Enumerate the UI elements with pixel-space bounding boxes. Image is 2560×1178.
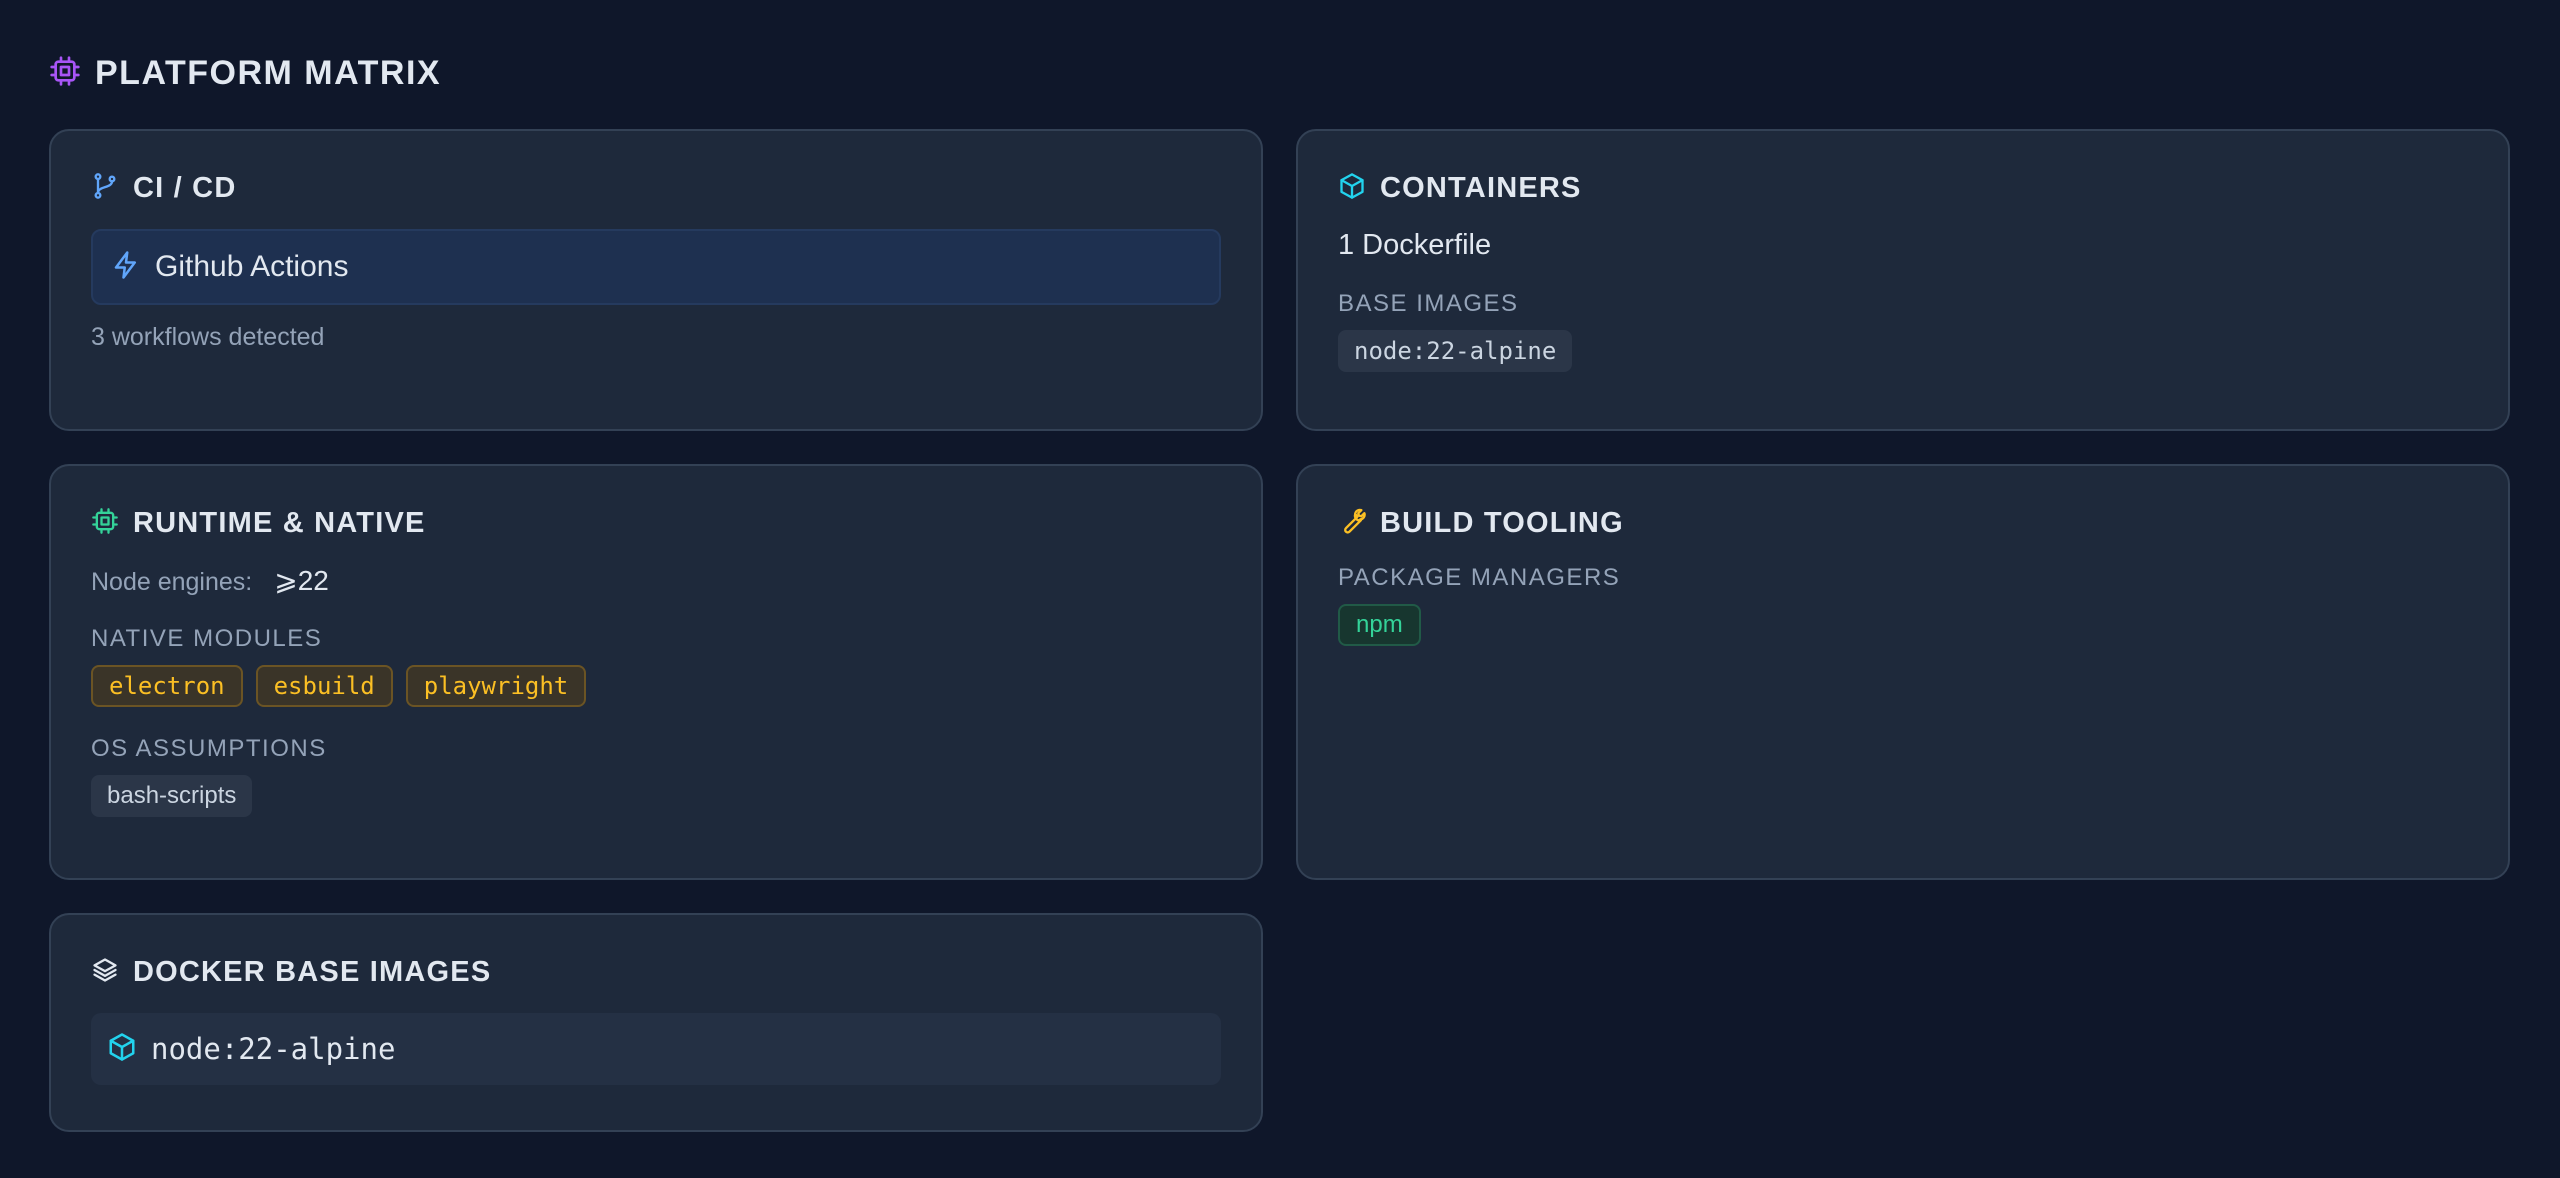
runtime-native-card: RUNTIME & NATIVE Node engines: ⩾22 NATIV… [49, 464, 1263, 880]
containers-card: CONTAINERS 1 Dockerfile BASE IMAGES node… [1296, 129, 2510, 431]
native-module-chip: electron [91, 665, 243, 707]
lightning-icon [111, 250, 141, 285]
page-title: PLATFORM MATRIX [95, 53, 442, 92]
docker-header: DOCKER BASE IMAGES [91, 953, 1221, 991]
native-module-chip: esbuild [255, 665, 393, 707]
ci-provider: Github Actions [91, 229, 1221, 305]
containers-header: CONTAINERS [1338, 169, 2468, 207]
dockerfile-count: 1 Dockerfile [1338, 229, 1492, 261]
containers-title: CONTAINERS [1380, 171, 1582, 204]
node-engines-label: Node engines: [91, 568, 253, 596]
package-managers-list: npm [1338, 604, 2468, 646]
ci-workflow-count: 3 workflows detected [91, 323, 325, 351]
os-assumptions-list: bash-scripts [91, 775, 1221, 817]
platform-matrix-page: PLATFORM MATRIX CI / CD Github Actions 3… [0, 0, 2560, 1178]
build-header: BUILD TOOLING [1338, 504, 2468, 542]
base-images-label: BASE IMAGES [1338, 290, 1519, 317]
runtime-title: RUNTIME & NATIVE [133, 506, 426, 539]
card-grid: CI / CD Github Actions 3 workflows detec… [49, 129, 2511, 1132]
docker-image-row: node:22-alpine [91, 1013, 1221, 1085]
docker-image-name: node:22-alpine [151, 1032, 396, 1066]
ci-cd-card: CI / CD Github Actions 3 workflows detec… [49, 129, 1263, 431]
box-icon [107, 1032, 137, 1067]
native-modules-list: electron esbuild playwright [91, 665, 1221, 707]
os-assumption-chip: bash-scripts [91, 775, 253, 817]
package-managers-label: PACKAGE MANAGERS [1338, 564, 1621, 591]
node-engines-row: Node engines: ⩾22 [91, 564, 1221, 597]
layers-icon [91, 956, 119, 989]
wrench-icon [1338, 507, 1366, 540]
ci-provider-name: Github Actions [155, 250, 349, 283]
ci-cd-title: CI / CD [133, 171, 237, 204]
box-icon [1338, 172, 1366, 205]
native-modules-label: NATIVE MODULES [91, 625, 323, 652]
cpu-icon [49, 55, 81, 92]
ci-cd-header: CI / CD [91, 169, 1221, 207]
page-header: PLATFORM MATRIX [49, 49, 2511, 97]
build-title: BUILD TOOLING [1380, 506, 1624, 539]
base-image-chip: node:22-alpine [1338, 330, 1573, 372]
docker-title: DOCKER BASE IMAGES [133, 955, 492, 988]
runtime-header: RUNTIME & NATIVE [91, 504, 1221, 542]
build-tooling-card: BUILD TOOLING PACKAGE MANAGERS npm [1296, 464, 2510, 880]
git-branch-icon [91, 172, 119, 205]
node-engines-value: ⩾22 [274, 565, 329, 596]
cpu-icon [91, 507, 119, 540]
os-assumptions-label: OS ASSUMPTIONS [91, 735, 327, 762]
package-manager-chip: npm [1338, 604, 1421, 646]
docker-base-images-card: DOCKER BASE IMAGES node:22-alpine [49, 913, 1263, 1132]
base-images-list: node:22-alpine [1338, 330, 2468, 372]
native-module-chip: playwright [405, 665, 587, 707]
